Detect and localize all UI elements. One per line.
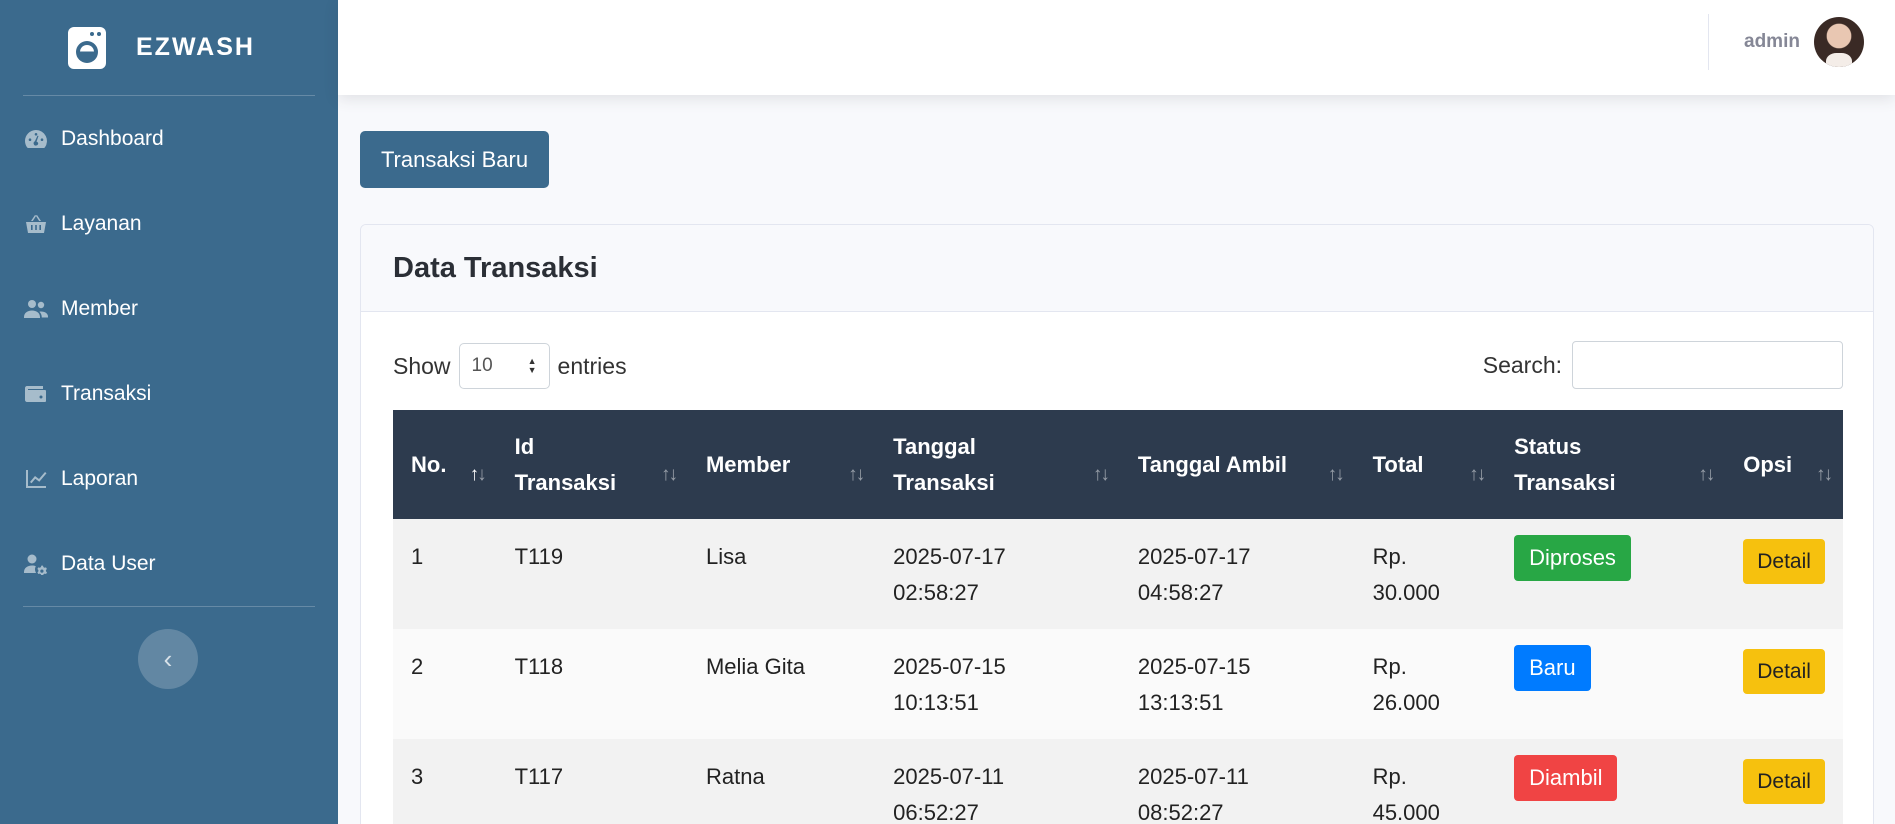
entries-length-control: Show 10 ▲ ▼ entries xyxy=(393,343,627,389)
column-header-tanggal-transaksi[interactable]: Tanggal Transaksi ↑↓ xyxy=(875,410,1120,519)
status-badge: Diproses xyxy=(1514,535,1631,581)
entries-select-value: 10 xyxy=(471,355,493,376)
chevron-left-icon: ‹ xyxy=(163,643,173,674)
search-input[interactable] xyxy=(1572,341,1843,389)
sidebar-item-member[interactable]: Member xyxy=(0,266,338,351)
search-control: Search: xyxy=(1483,341,1843,389)
brand-name: EZWASH xyxy=(136,33,255,61)
cell-member: Ratna xyxy=(705,764,765,789)
sidebar-item-data-user[interactable]: Data User xyxy=(0,521,338,606)
sort-icon: ↑↓ xyxy=(660,464,678,485)
cell-opsi: Detail xyxy=(1725,629,1843,739)
sidebar-item-dashboard[interactable]: Dashboard xyxy=(0,96,338,181)
sidebar-item-label: Dashboard xyxy=(61,126,164,150)
sort-icon: ↑↓ xyxy=(1469,464,1486,485)
cell-total: Rp. 45.000 xyxy=(1372,764,1440,824)
cell-tanggal-ambil: 2025-07-17 04:58:27 xyxy=(1137,544,1251,605)
cell-opsi: Detail xyxy=(1725,519,1843,629)
sidebar-item-laporan[interactable]: Laporan xyxy=(0,436,338,521)
cell-member: Melia Gita xyxy=(705,654,806,679)
topbar: admin xyxy=(338,0,1895,95)
entries-label: entries xyxy=(557,352,627,379)
cell-status: Diproses xyxy=(1496,519,1725,629)
table-row: 1 T119 Lisa 2025-07-17 02:58:27 2025-07-1… xyxy=(393,519,1843,629)
detail-button[interactable]: Detail xyxy=(1743,649,1825,694)
cell-tanggal-transaksi: 2025-07-11 06:52:27 xyxy=(893,764,1005,824)
sidebar-item-label: Laporan xyxy=(61,466,139,490)
user-name[interactable]: admin xyxy=(1744,31,1800,53)
detail-button[interactable]: Detail xyxy=(1743,759,1825,804)
users-icon xyxy=(23,298,49,320)
sort-icon: ↑↓ xyxy=(469,464,487,485)
table-header-row: No. ↑↓ Id Transaksi ↑↓ Member ↑↓ Tanggal Tran… xyxy=(393,410,1843,519)
column-header-opsi[interactable]: Opsi ↑↓ xyxy=(1725,410,1843,519)
sidebar-item-label: Transaksi xyxy=(61,381,152,405)
sort-icon: ↑↓ xyxy=(1092,464,1110,485)
sort-icon: ↑↓ xyxy=(1698,464,1715,485)
avatar[interactable] xyxy=(1814,17,1864,67)
column-header-id[interactable]: Id Transaksi ↑↓ xyxy=(497,410,688,519)
cell-tanggal-transaksi: 2025-07-15 10:13:51 xyxy=(893,654,1006,715)
new-transaction-button[interactable]: Transaksi Baru xyxy=(360,131,549,188)
cell-opsi: Detail xyxy=(1725,739,1843,824)
gauge-icon xyxy=(23,128,49,150)
column-header-no[interactable]: No. ↑↓ xyxy=(393,410,497,519)
detail-button[interactable]: Detail xyxy=(1743,539,1825,584)
wallet-icon xyxy=(23,383,49,405)
sort-icon: ↑↓ xyxy=(1816,464,1833,485)
sidebar-item-transaksi[interactable]: Transaksi xyxy=(0,351,338,436)
cell-tanggal-ambil: 2025-07-15 13:13:51 xyxy=(1137,654,1251,715)
chart-line-icon xyxy=(23,468,49,490)
cell-no: 1 xyxy=(411,544,424,569)
cell-no: 2 xyxy=(411,654,424,679)
sort-updown-icon: ▲ ▼ xyxy=(527,356,537,375)
sidebar: EZWASH Dashboard Layanan Member Transaks xyxy=(0,0,338,824)
basket-icon xyxy=(23,213,49,235)
card-title: Data Transaksi xyxy=(393,251,598,284)
column-header-member[interactable]: Member ↑↓ xyxy=(688,410,875,519)
status-badge: Diambil xyxy=(1514,755,1618,801)
sidebar-item-label: Member xyxy=(61,296,139,320)
cell-id: T118 xyxy=(514,654,564,679)
column-header-tanggal-ambil[interactable]: Tanggal Ambil ↑↓ xyxy=(1120,410,1355,519)
transactions-table: No. ↑↓ Id Transaksi ↑↓ Member ↑↓ Tanggal Tran… xyxy=(393,410,1843,824)
cell-member: Lisa xyxy=(705,544,747,569)
sort-icon: ↑↓ xyxy=(1327,464,1345,485)
washing-machine-icon xyxy=(68,26,106,69)
entries-select[interactable]: 10 ▲ ▼ xyxy=(458,343,550,389)
sidebar-nav: Dashboard Layanan Member Transaksi Lapor… xyxy=(0,96,338,606)
cell-status: Diambil xyxy=(1496,739,1725,824)
table-row: 3 T117 Ratna 2025-07-11 06:52:27 2025-07-… xyxy=(393,739,1843,824)
column-header-status[interactable]: Status Transaksi ↑↓ xyxy=(1496,410,1725,519)
status-badge: Baru xyxy=(1514,645,1591,691)
transactions-card: Data Transaksi Show 10 ▲ ▼ entries Search… xyxy=(360,224,1874,824)
sidebar-toggle-button[interactable]: ‹ xyxy=(138,629,198,689)
cell-tanggal-ambil: 2025-07-11 08:52:27 xyxy=(1137,764,1249,824)
sort-icon: ↑↓ xyxy=(848,464,865,485)
user-gear-icon xyxy=(23,553,49,575)
card-header: Data Transaksi xyxy=(361,225,1873,312)
column-header-total[interactable]: Total ↑↓ xyxy=(1355,410,1497,519)
cell-total: Rp. 26.000 xyxy=(1372,654,1440,715)
cell-id: T117 xyxy=(514,764,564,789)
brand[interactable]: EZWASH xyxy=(0,0,338,95)
show-label: Show xyxy=(393,352,451,379)
table-row: 2 T118 Melia Gita 2025-07-15 10:13:51 202… xyxy=(393,629,1843,739)
cell-id: T119 xyxy=(514,544,564,569)
sidebar-item-layanan[interactable]: Layanan xyxy=(0,181,338,266)
cell-status: Baru xyxy=(1496,629,1725,739)
search-label: Search: xyxy=(1482,351,1562,378)
cell-total: Rp. 30.000 xyxy=(1372,544,1440,605)
cell-no: 3 xyxy=(411,764,424,789)
sidebar-divider xyxy=(23,606,315,607)
sidebar-item-label: Data User xyxy=(61,551,156,575)
topbar-divider xyxy=(1708,14,1709,70)
sidebar-item-label: Layanan xyxy=(61,211,142,235)
cell-tanggal-transaksi: 2025-07-17 02:58:27 xyxy=(893,544,1006,605)
